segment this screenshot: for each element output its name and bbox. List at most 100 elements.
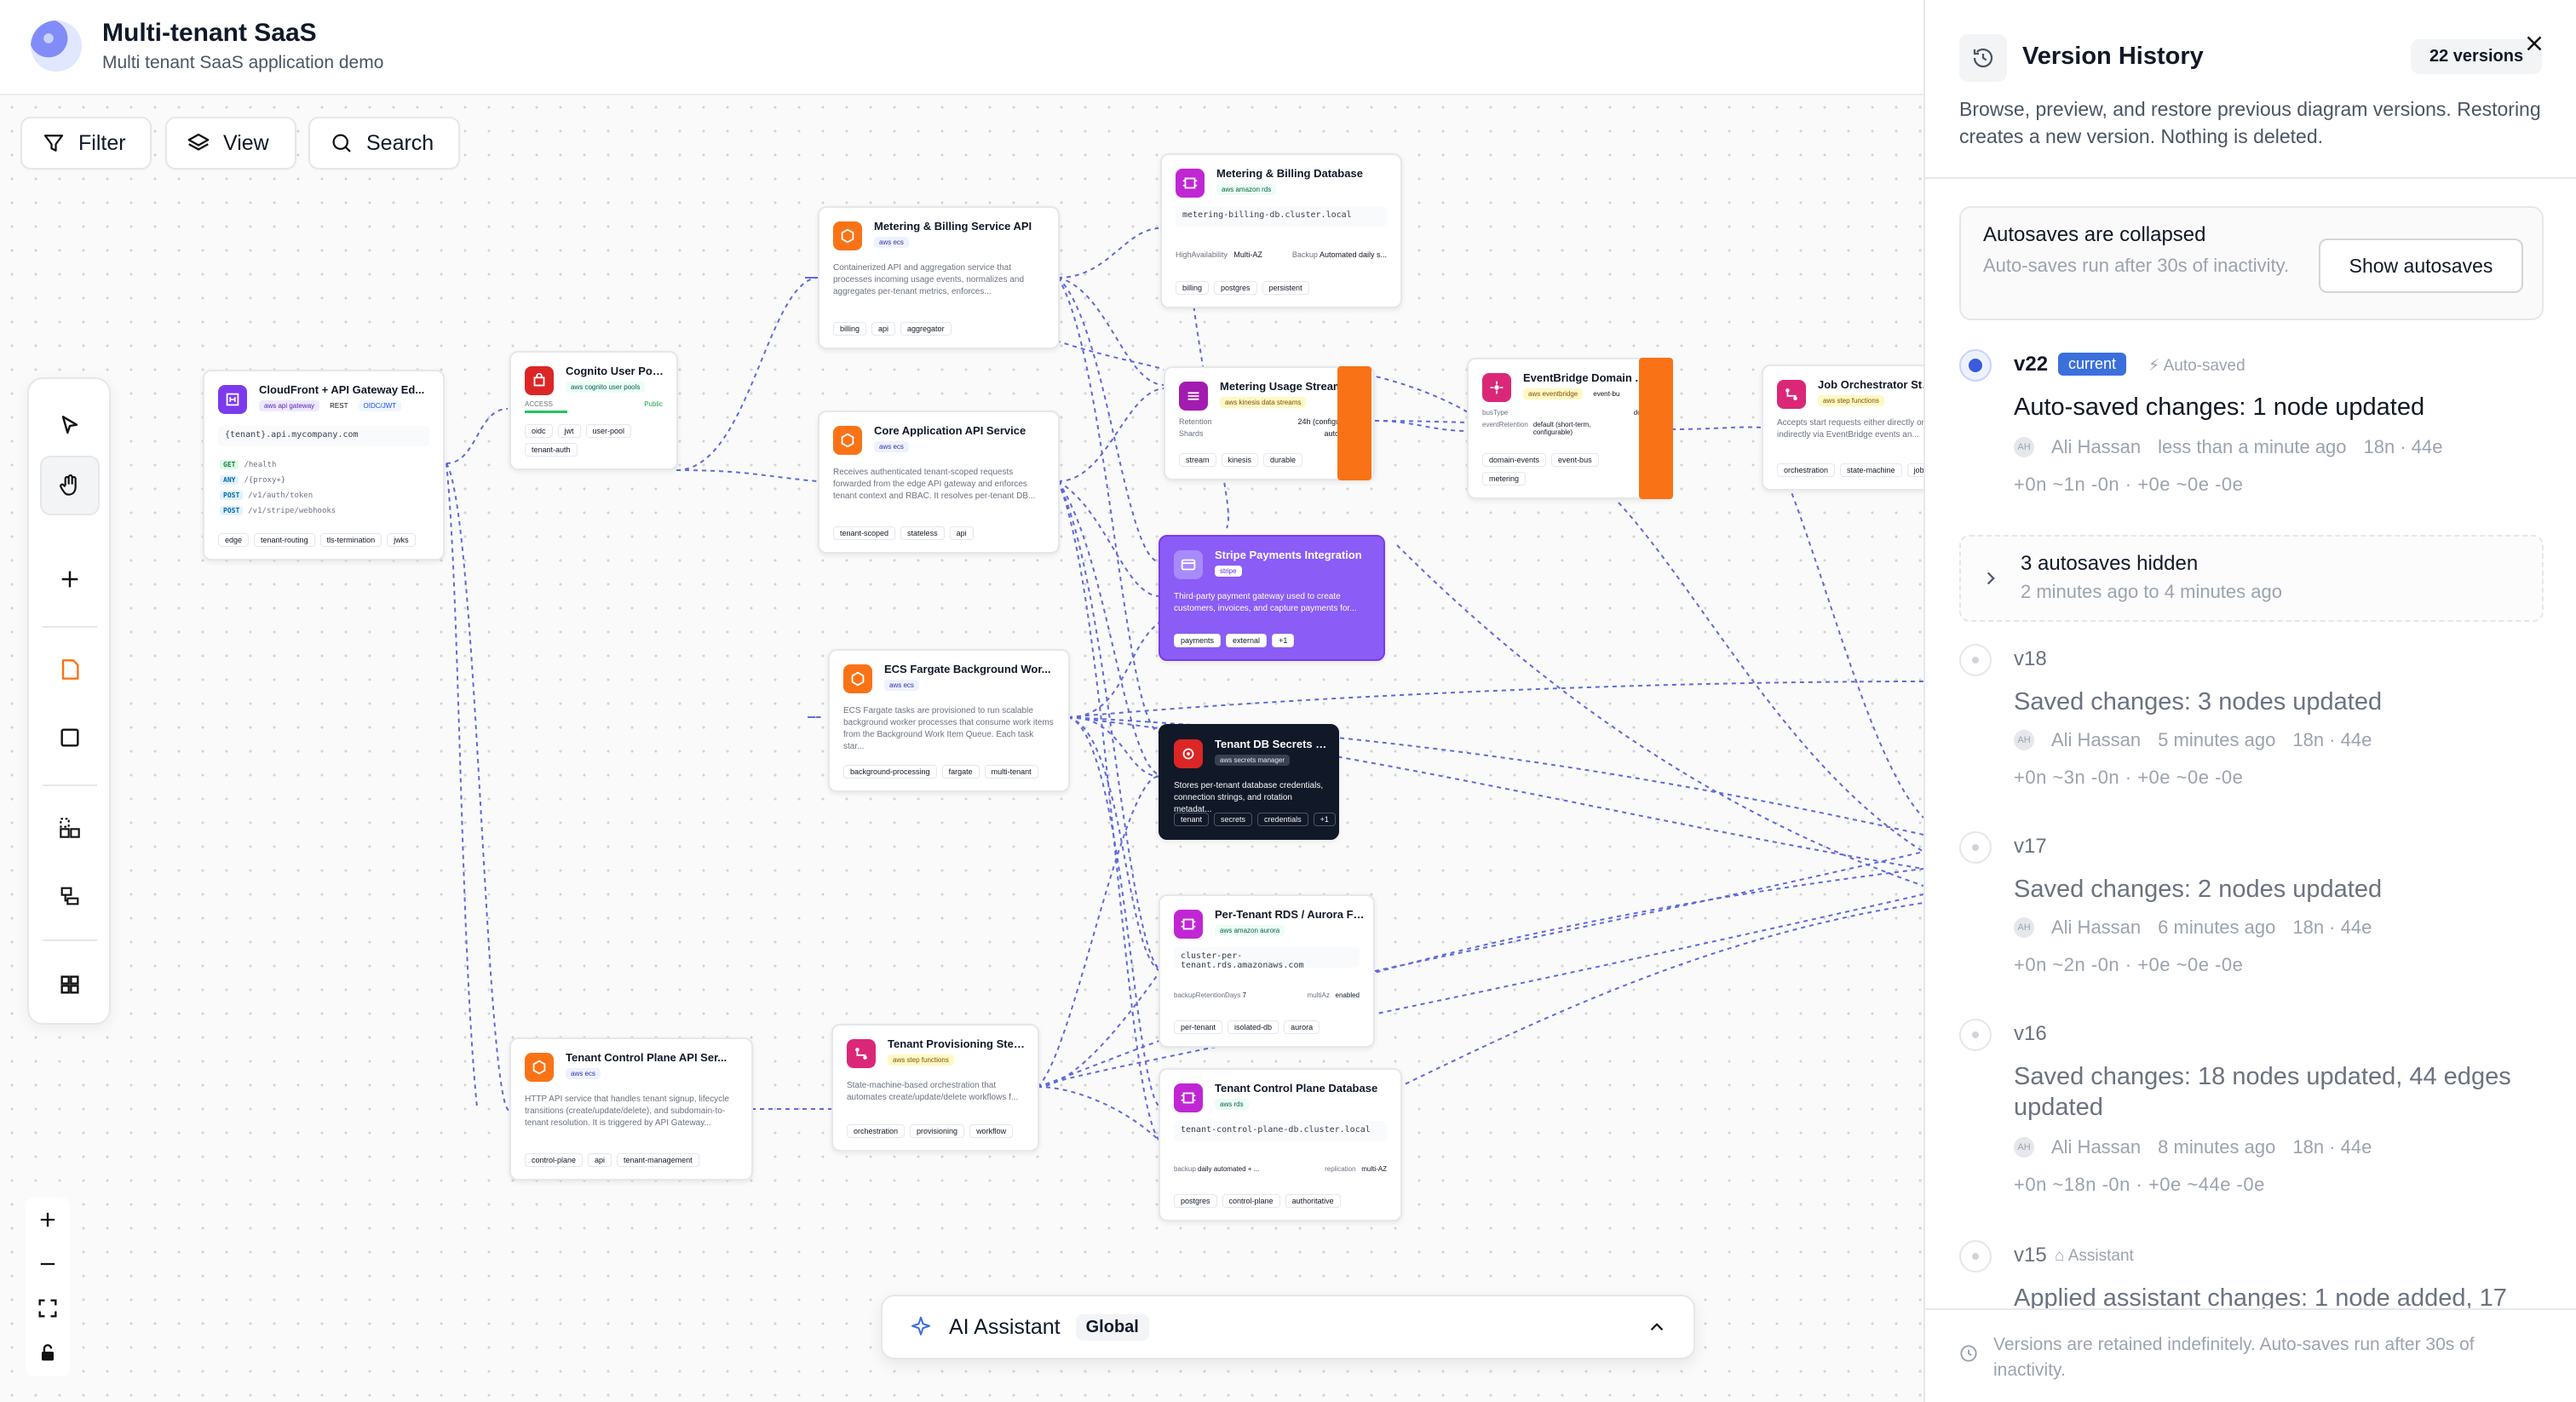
node-tag: fargate [941,765,980,779]
node-tag: provisioning [910,1124,965,1138]
diagram-canvas[interactable]: CloudFront + API Gateway Ed... aws api g… [0,0,1923,1402]
footer-text: Versions are retained indefinitely. Auto… [1993,1335,2475,1380]
version-diff: +0n ~2n -0n · +0e ~0e -0e [2014,954,2244,975]
node-metering-billing-db[interactable]: Metering & Billing Database aws amazon r… [1160,153,1402,308]
chevron-right-icon [1987,572,1995,585]
node-tag: credentials [1257,813,1308,826]
node-stripe-payments[interactable]: Stripe Payments Integration stripe Third… [1159,535,1385,661]
node-title: Metering & Billing Database [1216,167,1363,180]
version-entry[interactable]: v22 current ⚡ Auto-saved Auto-saved chan… [1959,349,2547,511]
node-tag: persistent [1262,281,1309,295]
fit-view-icon [38,1299,57,1318]
add-node-tool[interactable] [40,549,100,609]
hidden-autosaves-toggle[interactable]: 3 autosaves hidden 2 minutes ago to 4 mi… [1959,535,2544,622]
node-tag: secrets [1214,813,1253,826]
aurora-icon [1174,910,1203,939]
node-title: Tenant Provisioning Step Fun... [888,1037,1029,1050]
node-tag: aurora [1284,1020,1320,1034]
node-tag: external [1226,634,1268,647]
node-tag: background-processing [843,765,937,779]
version-meta: AH Ali Hassan 5 minutes ago 18n · 44e [2014,729,2372,751]
view-button[interactable]: View [165,117,296,170]
ai-assistant-bar[interactable]: AI Assistant Global [881,1295,1695,1359]
version-entry[interactable]: v15 ⌂ Assistant Applied assistant change… [1959,1240,2547,1308]
node-action-bar[interactable] [1639,358,1673,499]
filter-button[interactable]: Filter [20,117,152,170]
version-number: v22 [2014,353,2049,376]
close-icon[interactable] [2521,31,2547,56]
node-cloudfront-api-gateway[interactable]: CloudFront + API Gateway Ed... aws api g… [203,370,445,560]
zoom-out-button[interactable] [31,1247,65,1281]
node-badge: aws amazon aurora [1215,925,1285,936]
version-author: Ali Hassan [2051,1136,2142,1158]
version-author: Ali Hassan [2051,436,2142,457]
node-title: Stripe Payments Integration [1215,549,1362,561]
layout-tool[interactable] [40,866,100,926]
node-description: ECS Fargate tasks are provisioned to run… [843,706,1054,751]
search-button[interactable]: Search [308,117,460,170]
node-tenant-db-secrets[interactable]: Tenant DB Secrets Store aws secrets mana… [1159,724,1339,840]
version-size: 18n · 44e [2292,729,2372,750]
node-tag: stream [1179,453,1216,467]
node-tag: jobs [1906,463,1923,477]
shape-tool[interactable] [40,708,100,767]
node-title: Tenant Control Plane API Ser... [566,1051,727,1064]
version-meta: AH Ali Hassan 8 minutes ago 18n · 44e [2014,1136,2372,1158]
node-tenant-control-plane-db[interactable]: Tenant Control Plane Database aws rds te… [1159,1068,1402,1221]
node-tag: kinesis [1221,453,1259,467]
version-size: 18n · 44e [2363,436,2443,457]
node-badge: aws step functions [1818,395,1884,406]
node-tag: tenant [1174,813,1210,826]
version-entry[interactable]: v18 Saved changes: 3 nodes updated AH Al… [1959,644,2547,814]
node-metering-billing-api[interactable]: Metering & Billing Service API aws ecs C… [818,206,1060,349]
version-entry[interactable]: v17 Saved changes: 2 nodes updated AH Al… [1959,831,2547,1002]
node-action-bar[interactable] [1337,366,1371,480]
tool-rail [27,377,111,1025]
ecs-icon [525,1053,554,1082]
layers-icon [187,133,210,151]
route: GET/health [220,460,276,469]
node-core-application-api[interactable]: Core Application API Service aws ecs Rec… [818,411,1060,554]
version-headline: Saved changes: 2 nodes updated [2014,876,2383,903]
app-header: Multi-tenant SaaS Multi tenant SaaS appl… [0,0,1923,95]
node-tag: billing [1176,281,1210,295]
version-number: v16 [2014,1022,2047,1045]
node-cognito-user-pool[interactable]: Cognito User Pool for ... aws cognito us… [509,351,678,470]
group-tool[interactable] [40,798,100,858]
version-dot [1959,831,1992,864]
zoom-in-button[interactable] [31,1203,65,1237]
fit-view-button[interactable] [31,1291,65,1325]
hand-icon [60,474,77,496]
note-tool[interactable] [40,640,100,699]
node-description: Stores per-tenant database credentials, … [1174,781,1324,814]
node-endpoint: {tenant}.api.mycompany.com [218,426,429,446]
node-tag: payments [1174,634,1222,647]
node-per-tenant-rds-fleet[interactable]: Per-Tenant RDS / Aurora Fleet aws amazon… [1159,894,1375,1048]
version-number: v15 [2014,1244,2047,1267]
chevron-up-icon[interactable] [1646,1316,1668,1338]
node-job-orchestrator[interactable]: Job Orchestrator Step F aws step functio… [1762,365,1923,491]
avatar: AH [2014,437,2034,457]
panel-footer: Versions are retained indefinitely. Auto… [1925,1308,2576,1402]
eventbridge-icon [1482,373,1511,402]
node-tag: control-plane [525,1153,584,1167]
version-dot [1959,1019,1992,1051]
pan-tool[interactable] [40,456,100,515]
note-icon [61,659,79,680]
node-tenant-provisioning[interactable]: Tenant Provisioning Step Fun... aws step… [831,1024,1039,1152]
show-autosaves-button[interactable]: Show autosaves [2319,238,2523,293]
grid-tool[interactable] [40,955,100,1014]
node-ecs-fargate-worker[interactable]: ECS Fargate Background Wor... aws ecs EC… [828,649,1070,792]
version-author: Ali Hassan [2051,916,2142,938]
node-tag: orchestration [1777,463,1836,477]
node-tenant-control-plane-api[interactable]: Tenant Control Plane API Ser... aws ecs … [509,1037,753,1181]
route: POST/v1/auth/token [220,491,313,500]
version-headline: Applied assistant changes: 1 node added,… [2014,1284,2507,1308]
version-entry[interactable]: v16 Saved changes: 18 nodes updated, 44 … [1959,1019,2547,1223]
node-badge: aws ecs [566,1068,601,1079]
lock-button[interactable] [31,1336,65,1370]
select-tool[interactable] [40,396,100,456]
node-tag: multi-tenant [984,765,1038,779]
version-headline: Saved changes: 3 nodes updated [2014,688,2383,715]
node-tag: tenant-management [617,1153,699,1167]
